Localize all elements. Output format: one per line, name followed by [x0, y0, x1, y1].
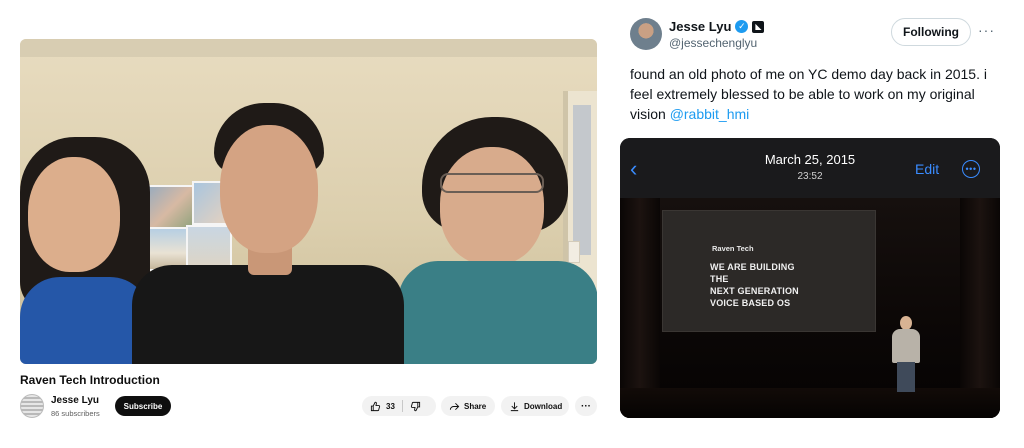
channel-avatar[interactable] [20, 394, 44, 418]
light-switch [568, 241, 580, 263]
author-handle[interactable]: @jessechenglyu [669, 36, 757, 50]
channel-name[interactable]: Jesse Lyu [51, 395, 99, 406]
tweet-media[interactable]: ‹ March 25, 2015 23:52 Edit ••• Raven Te… [620, 138, 1000, 418]
share-label: Share [464, 401, 487, 411]
photos-header: ‹ March 25, 2015 23:52 Edit ••• [620, 138, 1000, 198]
more-circle-icon[interactable]: ••• [962, 160, 980, 178]
face [440, 147, 544, 265]
photo-time: 23:52 [797, 171, 823, 182]
following-button[interactable]: Following [891, 18, 971, 46]
face [220, 125, 318, 253]
like-count: 33 [386, 401, 395, 411]
slide-line: THE [710, 274, 729, 284]
curtain-left [620, 198, 660, 418]
projector-screen: Raven Tech WE ARE BUILDING THE NEXT GENE… [662, 210, 876, 332]
slide-brand: Raven Tech [712, 244, 754, 253]
photo-date: March 25, 2015 [764, 152, 856, 167]
thumbs-up-icon [370, 401, 381, 411]
like-divider [401, 400, 403, 412]
affiliate-badge-icon[interactable]: ◣ [752, 20, 765, 33]
tweet-text: found an old photo of me on YC demo day … [630, 64, 990, 124]
author-avatar[interactable] [630, 18, 662, 50]
ceiling-edge [20, 39, 597, 57]
wall-photo [186, 225, 232, 269]
subscriber-count: 86 subscribers [51, 409, 100, 418]
slide-line: WE ARE BUILDING [710, 262, 795, 272]
face [28, 157, 120, 272]
subscribe-button[interactable]: Subscribe [115, 396, 171, 416]
shirt [20, 277, 150, 364]
stage-floor [620, 388, 1000, 418]
video-title: Raven Tech Introduction [20, 373, 160, 387]
author-name[interactable]: Jesse Lyu [669, 19, 731, 34]
speaker-figure [890, 316, 922, 394]
speaker-head [900, 316, 912, 330]
tweet-more-button[interactable]: ··· [978, 22, 995, 38]
like-dislike-bar: 33 [362, 396, 436, 416]
video-player[interactable] [20, 39, 597, 364]
mention-link[interactable]: @rabbit_hmi [670, 106, 750, 122]
verified-check-icon: ✓ [735, 20, 749, 33]
curtain-right [960, 198, 1000, 418]
slide-line: NEXT GENERATION [710, 286, 799, 296]
author-name-row: Jesse Lyu ✓ ◣ [669, 19, 765, 34]
shirt [398, 261, 597, 364]
slide-line: VOICE BASED OS [710, 298, 791, 308]
download-button[interactable]: Download [501, 396, 569, 416]
download-icon [510, 401, 519, 411]
share-arrow-icon [449, 402, 460, 410]
speaker-jacket [892, 329, 920, 363]
edit-button[interactable]: Edit [915, 161, 939, 177]
more-actions-button[interactable]: ··· [575, 396, 597, 416]
thumbs-down-icon[interactable] [410, 401, 421, 412]
like-button[interactable]: 33 [362, 396, 395, 416]
shirt [132, 265, 404, 364]
door-window [573, 105, 591, 255]
glasses [440, 173, 544, 193]
speaker-jeans [897, 362, 915, 392]
download-label: Download [524, 401, 563, 411]
share-button[interactable]: Share [441, 396, 495, 416]
